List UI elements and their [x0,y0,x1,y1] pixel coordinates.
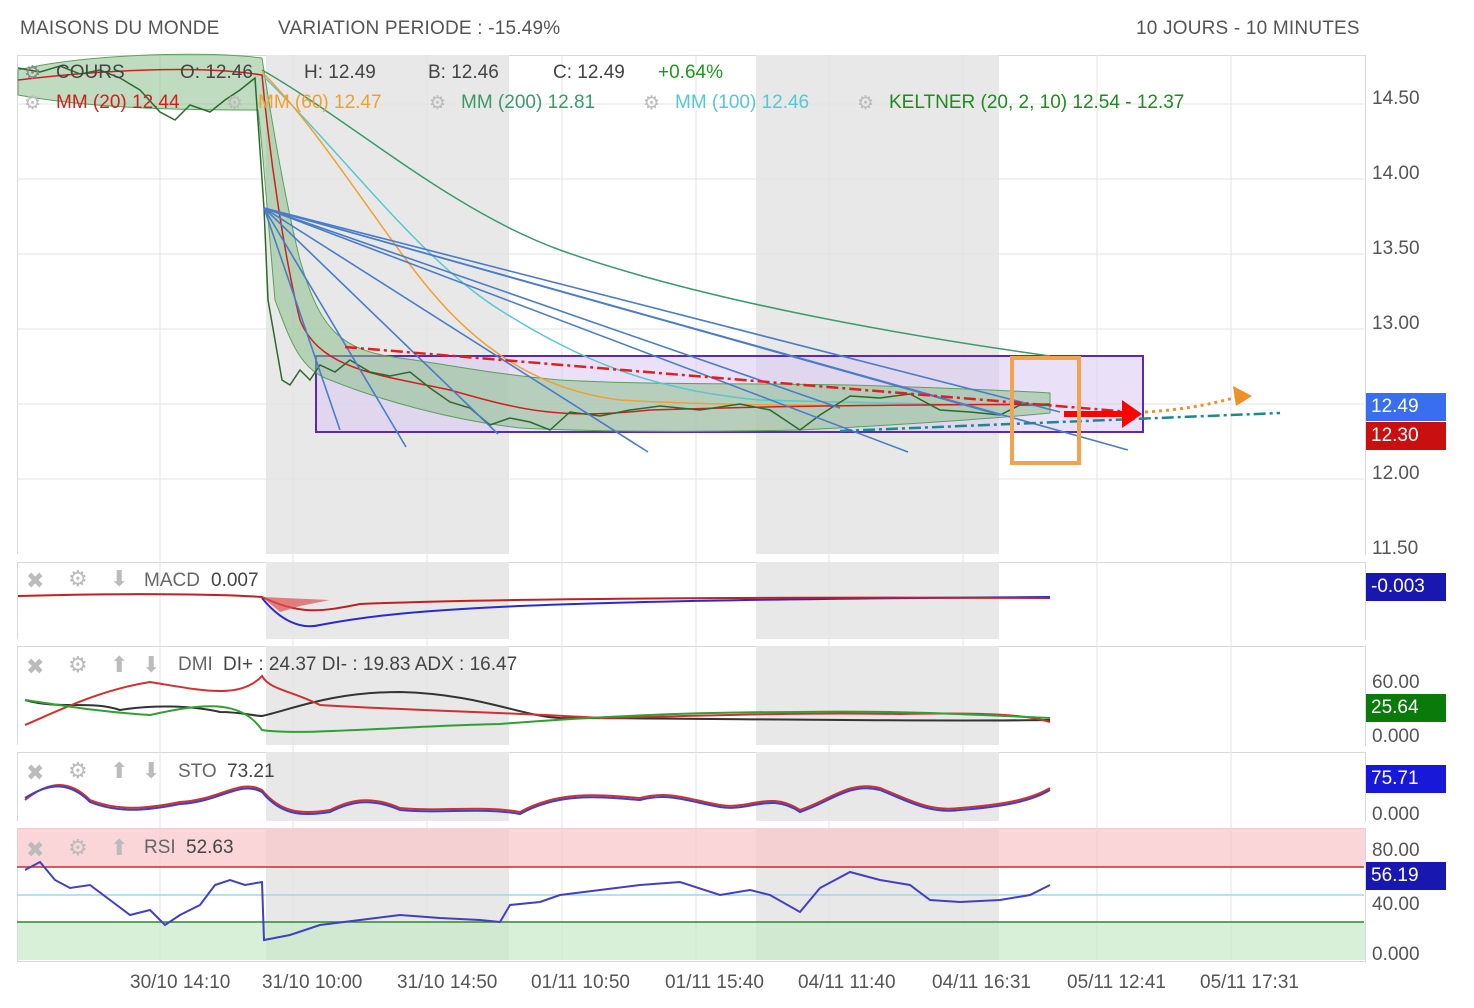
sto-pill: 75.71 [1366,765,1446,793]
x-tick: 31/10 14:50 [397,972,498,993]
sto-name: STO [178,761,217,782]
cours-label: COURS [56,62,125,83]
mm20-gear-icon[interactable]: ⚙ [24,92,41,115]
sto-tick: 0.000 [1372,804,1420,825]
price-tick: 13.00 [1372,313,1420,334]
rsi-settings-icon[interactable]: ⚙ [68,835,88,861]
macd-settings-icon[interactable]: ⚙ [68,566,88,592]
price-tick: 14.50 [1372,88,1420,109]
dmi-pill: 25.64 [1366,694,1446,722]
price-tick: 14.00 [1372,163,1420,184]
dmi-move-up-icon[interactable]: ⬆ [110,652,128,678]
close-value: C: 12.49 [553,62,625,83]
settings-icon[interactable]: ⚙ [24,62,41,85]
rsi-oversold-zone [17,922,1365,960]
high-value: H: 12.49 [304,62,376,83]
last-price-pill: 12.49 [1366,393,1446,421]
rsi-tick: 80.00 [1372,840,1420,861]
rsi-tick: 0.000 [1372,944,1420,965]
macd-move-down-icon[interactable]: ⬇ [110,566,128,592]
macd-close-icon[interactable]: ✖ [26,568,44,594]
x-tick: 31/10 10:00 [262,972,363,993]
rsi-close-icon[interactable]: ✖ [26,837,44,863]
price-tick: 13.50 [1372,238,1420,259]
dmi-value: DI+ : 24.37 DI- : 19.83 ADX : 16.47 [223,654,518,675]
keltner-gear-icon[interactable]: ⚙ [857,92,874,115]
sto-value: 73.21 [227,761,275,782]
mm200-gear-icon[interactable]: ⚙ [429,92,446,115]
x-tick: 05/11 17:31 [1200,972,1299,993]
macd-value: 0.007 [211,570,259,591]
dmi-name: DMI [178,654,213,675]
x-tick: 01/11 15:40 [665,972,764,993]
rsi-value: 52.63 [186,837,234,858]
dmi-settings-icon[interactable]: ⚙ [68,652,88,678]
dmi-move-down-icon[interactable]: ⬇ [142,652,160,678]
price-tick: 12.00 [1372,463,1420,484]
keltner-legend: KELTNER (20, 2, 10) 12.54 - 12.37 [889,92,1185,113]
mm60-gear-icon[interactable]: ⚙ [226,92,243,115]
open-value: O: 12.46 [180,62,253,83]
rsi-move-up-icon[interactable]: ⬆ [110,835,128,861]
mm20-legend: MM (20) 12.44 [56,92,180,113]
macd-name: MACD [144,570,200,591]
sto-move-down-icon[interactable]: ⬇ [142,758,160,784]
x-tick: 30/10 14:10 [130,972,231,993]
x-tick: 04/11 11:40 [798,972,896,993]
mm100-gear-icon[interactable]: ⚙ [643,92,660,115]
macd-pill: -0.003 [1366,573,1446,601]
rsi-pill: 56.19 [1366,862,1446,890]
dmi-tick: 0.000 [1372,726,1420,747]
x-tick: 01/11 10:50 [531,972,630,993]
rsi-name: RSI [144,837,176,858]
price-tick: 11.50 [1372,538,1419,559]
change-value: +0.64% [658,62,723,83]
ref-price-pill: 12.30 [1366,422,1446,450]
mm60-legend: MM (60) 12.47 [258,92,382,113]
sto-close-icon[interactable]: ✖ [26,760,44,786]
mm200-legend: MM (200) 12.81 [461,92,596,113]
x-tick: 04/11 16:31 [932,972,1031,993]
rsi-tick: 40.00 [1372,894,1420,915]
dmi-close-icon[interactable]: ✖ [26,654,44,680]
mm100-legend: MM (100) 12.46 [675,92,810,113]
sto-move-up-icon[interactable]: ⬆ [110,758,128,784]
bid-value: B: 12.46 [428,62,499,83]
x-tick: 05/11 12:41 [1067,972,1166,993]
sto-settings-icon[interactable]: ⚙ [68,758,88,784]
dmi-tick: 60.00 [1372,672,1420,693]
